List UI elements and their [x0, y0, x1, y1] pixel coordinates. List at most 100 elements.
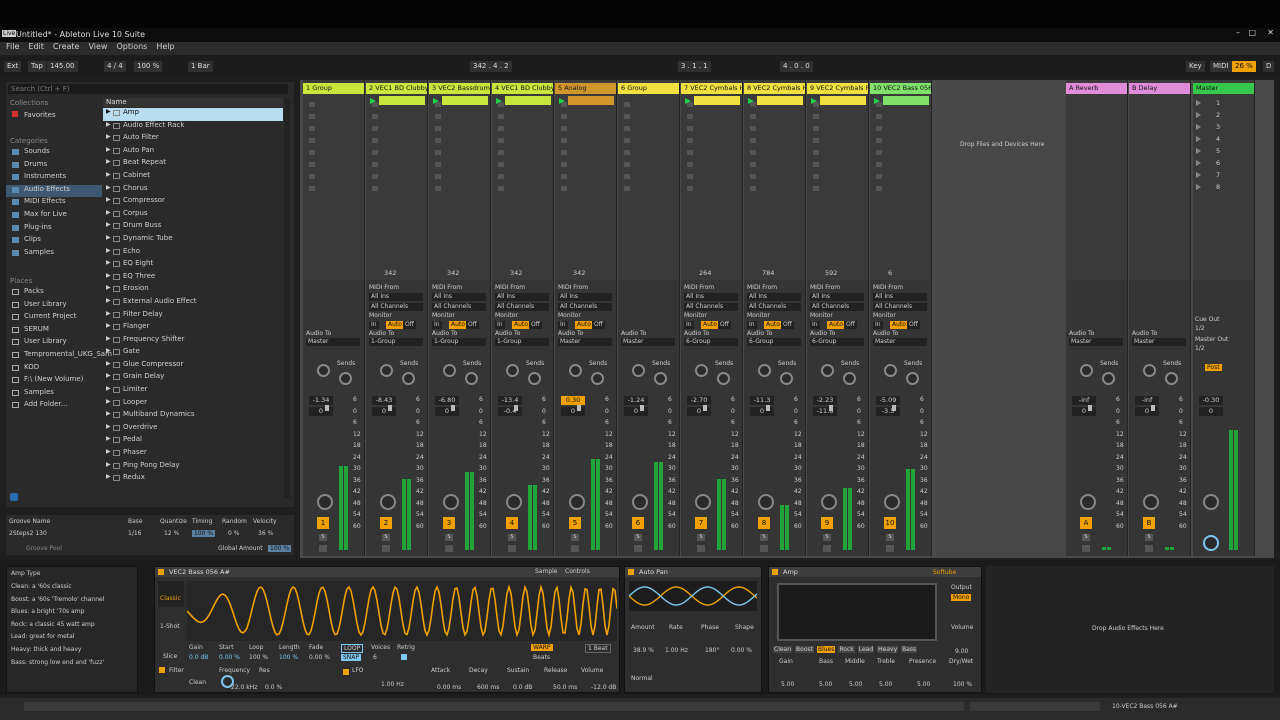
lfo-rate[interactable]: 1.00 Hz [381, 681, 404, 688]
clip-slot-stop[interactable] [309, 114, 315, 119]
monitor-auto-button[interactable]: Auto [701, 321, 719, 329]
solo-button[interactable]: S [886, 534, 894, 541]
clip-slot-stop[interactable] [750, 150, 756, 155]
clip-slot-stop[interactable] [309, 162, 315, 167]
fader-handle[interactable] [703, 405, 707, 411]
clip-slot-stop[interactable] [750, 126, 756, 131]
place-item[interactable]: KOD [6, 363, 102, 376]
browser-item[interactable]: ▶ Auto Filter [103, 133, 283, 146]
clip-slot-stop[interactable] [813, 186, 819, 191]
expand-icon[interactable]: ▶ [106, 209, 111, 216]
post-button[interactable]: Post [1205, 364, 1222, 371]
track-title[interactable]: 4 VEC1 BD Clubby [492, 83, 553, 94]
send-a-knob[interactable] [443, 364, 456, 377]
send-b-knob[interactable] [1165, 372, 1178, 385]
midi-input-menu[interactable]: All Ins [495, 293, 549, 301]
lfo-toggle[interactable] [343, 669, 349, 675]
overview-scroll[interactable] [970, 702, 1100, 711]
expand-icon[interactable]: ▶ [106, 435, 111, 442]
place-item[interactable]: User Library [6, 300, 102, 313]
expand-icon[interactable]: ▶ [106, 461, 111, 468]
browser-item[interactable]: ▶ Erosion [103, 284, 283, 297]
menu-file[interactable]: File [6, 42, 19, 51]
ext-button[interactable]: Ext [4, 61, 22, 72]
pan-value[interactable]: 0 [309, 407, 333, 416]
master-volume[interactable]: -0.30 [1199, 396, 1223, 405]
gain-value[interactable]: 0.0 dB [189, 654, 208, 661]
cue-volume-knob[interactable] [1203, 494, 1219, 510]
clip-slot-stop[interactable] [435, 186, 441, 191]
pan-knob[interactable] [632, 494, 648, 510]
browser-item[interactable]: ▶ Glue Compressor [103, 360, 283, 373]
arm-button[interactable] [823, 545, 831, 552]
pan-value[interactable]: 0 [750, 407, 774, 416]
place-item[interactable]: SERUM [6, 325, 102, 338]
send-a-knob[interactable] [884, 364, 897, 377]
midi-input-menu[interactable]: All Ins [684, 293, 738, 301]
clip-slot-stop[interactable] [750, 114, 756, 119]
key-map-button[interactable]: Key [1186, 61, 1205, 72]
release-value[interactable]: 50.0 ms [553, 684, 577, 691]
clip-slot-stop[interactable] [498, 138, 504, 143]
clip-slot-stop[interactable] [813, 114, 819, 119]
expand-icon[interactable]: ▶ [106, 121, 111, 128]
clip-slot-stop[interactable] [498, 126, 504, 131]
pan-knob[interactable] [569, 494, 585, 510]
clip[interactable] [442, 96, 488, 105]
loop-value[interactable]: 100 % [249, 654, 268, 661]
expand-icon[interactable]: ▶ [106, 335, 111, 342]
solo-button[interactable]: S [382, 534, 390, 541]
monitor-off-button[interactable]: Off [844, 321, 857, 329]
category-item[interactable]: Clips [6, 235, 102, 248]
arm-button[interactable] [445, 545, 453, 552]
groove-random[interactable]: 0 % [228, 530, 239, 537]
monitor-off-button[interactable]: Off [403, 321, 416, 329]
audio-output-menu[interactable]: 1-Group [495, 338, 549, 346]
send-a-knob[interactable] [821, 364, 834, 377]
clip-slot-stop[interactable] [876, 138, 882, 143]
track-title[interactable]: B Delay [1129, 83, 1190, 94]
browser-item[interactable]: ▶ Auto Pan [103, 146, 283, 159]
send-a-knob[interactable] [1080, 364, 1093, 377]
audio-output-menu[interactable]: 6-Group [747, 338, 801, 346]
clip-slot-stop[interactable] [435, 138, 441, 143]
arm-button[interactable] [571, 545, 579, 552]
expand-icon[interactable]: ▶ [106, 146, 111, 153]
send-a-knob[interactable] [632, 364, 645, 377]
volume-value[interactable]: -2.23 [813, 396, 837, 405]
scene-play-icon[interactable] [1196, 136, 1201, 142]
groove-quant[interactable]: 12 % [164, 530, 179, 537]
pan-knob[interactable] [695, 494, 711, 510]
track-activator[interactable]: 4 [506, 517, 518, 529]
category-item[interactable]: Audio Effects [6, 184, 102, 198]
midi-channel-menu[interactable]: All Channels [747, 303, 801, 311]
send-b-knob[interactable] [402, 372, 415, 385]
track-activator[interactable]: 2 [380, 517, 392, 529]
category-item[interactable]: Drums [6, 160, 102, 173]
scene-launch[interactable]: 2 [1196, 110, 1252, 120]
clip-slot-stop[interactable] [435, 174, 441, 179]
clip-slot-stop[interactable] [624, 150, 630, 155]
monitor-in-button[interactable]: In [684, 321, 694, 329]
drywet-value[interactable]: 100 % [953, 681, 972, 688]
solo-button[interactable]: S [1145, 534, 1153, 541]
audio-output-menu[interactable]: Master [558, 338, 612, 346]
volume-value[interactable]: -1.24 [624, 396, 648, 405]
pan-knob[interactable] [821, 494, 837, 510]
fader-handle[interactable] [640, 405, 644, 411]
track-activator[interactable]: 7 [695, 517, 707, 529]
send-b-knob[interactable] [339, 372, 352, 385]
clip-slot-stop[interactable] [624, 114, 630, 119]
expand-icon[interactable]: ▶ [106, 385, 111, 392]
pan-value[interactable]: 0 [1135, 407, 1159, 416]
fader-handle[interactable] [892, 405, 896, 411]
expand-icon[interactable]: ▶ [106, 272, 111, 279]
clip-slot-stop[interactable] [687, 114, 693, 119]
clip-slot-stop[interactable] [624, 138, 630, 143]
solo-button[interactable]: S [445, 534, 453, 541]
menu-edit[interactable]: Edit [28, 42, 44, 51]
solo-button[interactable]: S [760, 534, 768, 541]
monitor-in-button[interactable]: In [873, 321, 883, 329]
clip-slot-stop[interactable] [309, 186, 315, 191]
browser-item[interactable]: ▶ Phaser [103, 448, 283, 461]
